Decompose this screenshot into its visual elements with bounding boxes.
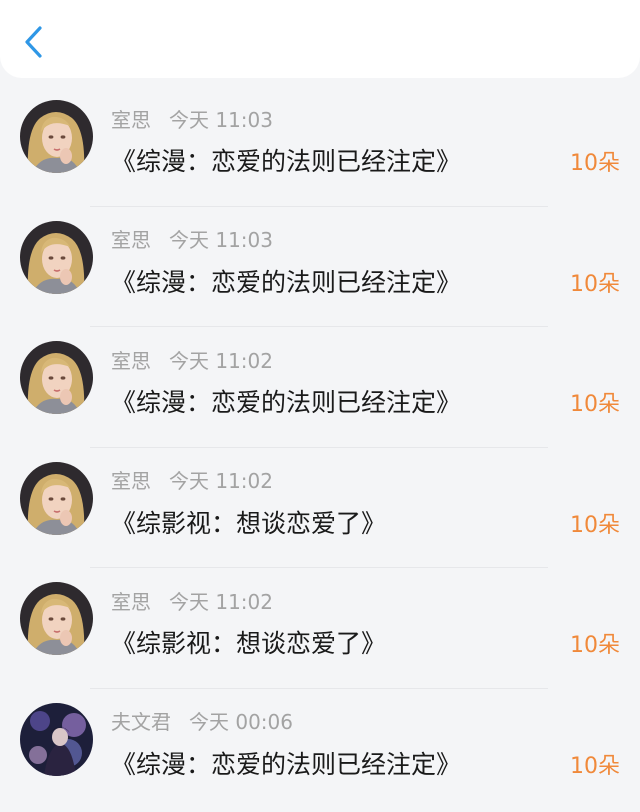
gift-amount: 10朵: [570, 633, 620, 658]
avatar[interactable]: [20, 220, 93, 294]
item-meta: 室思 今天 11:02: [111, 466, 273, 494]
avatar[interactable]: [20, 341, 93, 414]
item-meta: 室思 今天 11:02: [111, 345, 273, 373]
book-title: 《综漫：恋爱的法则已经注定》: [111, 267, 462, 297]
book-title: 《综漫：恋爱的法则已经注定》: [111, 147, 462, 176]
avatar[interactable]: [20, 100, 93, 173]
book-title: 《综影视：想谈恋爱了》: [111, 629, 387, 658]
gift-amount: 10朵: [570, 271, 620, 297]
chevron-left-icon: [25, 26, 42, 58]
item-meta: 夫文君 今天 00:06: [111, 707, 293, 735]
timestamp: 今天 11:03: [169, 107, 273, 132]
gift-amount: 10朵: [570, 512, 620, 538]
book-title: 《综影视：想谈恋爱了》: [111, 508, 387, 538]
list-item[interactable]: 室思 今天 11:02 《综影视：想谈恋爱了》 10朵: [0, 568, 640, 689]
avatar[interactable]: [20, 461, 93, 535]
gift-amount: 10朵: [570, 392, 620, 417]
timestamp: 今天 11:03: [169, 228, 273, 252]
user-name: 室思: [111, 348, 151, 373]
list-item[interactable]: 夫文君 今天 00:06 《综漫：恋爱的法则已经注定》 10朵: [0, 689, 640, 810]
user-name: 室思: [111, 469, 151, 493]
timestamp: 今天 11:02: [169, 589, 273, 614]
gift-record-list: 室思 今天 11:03 《综漫：恋爱的法则已经注定》 10朵 室思 今天 11:…: [0, 86, 640, 809]
avatar[interactable]: [20, 582, 93, 655]
list-item[interactable]: 室思 今天 11:03 《综漫：恋爱的法则已经注定》 10朵: [0, 207, 640, 327]
user-name: 室思: [111, 107, 151, 132]
back-button[interactable]: [14, 22, 54, 62]
timestamp: 今天 11:02: [169, 469, 273, 493]
list-item[interactable]: 室思 今天 11:03 《综漫：恋爱的法则已经注定》 10朵: [0, 86, 640, 207]
book-title: 《综漫：恋爱的法则已经注定》: [111, 749, 462, 779]
list-item[interactable]: 室思 今天 11:02 《综影视：想谈恋爱了》 10朵: [0, 448, 640, 568]
gift-amount: 10朵: [570, 753, 620, 779]
user-name: 夫文君: [111, 710, 171, 734]
timestamp: 今天 11:02: [169, 348, 273, 373]
book-title: 《综漫：恋爱的法则已经注定》: [111, 388, 462, 417]
list-item[interactable]: 室思 今天 11:02 《综漫：恋爱的法则已经注定》 10朵: [0, 327, 640, 448]
user-name: 室思: [111, 228, 151, 252]
top-bar: [0, 0, 640, 78]
timestamp: 今天 00:06: [189, 710, 293, 734]
avatar[interactable]: [20, 702, 93, 776]
item-meta: 室思 今天 11:03: [111, 104, 273, 132]
user-name: 室思: [111, 589, 151, 614]
item-meta: 室思 今天 11:03: [111, 225, 273, 253]
item-meta: 室思 今天 11:02: [111, 586, 273, 614]
gift-amount: 10朵: [570, 151, 620, 176]
